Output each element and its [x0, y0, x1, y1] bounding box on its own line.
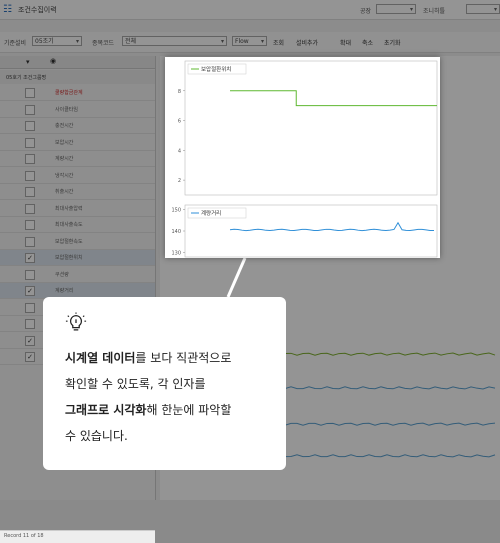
- highlighted-chart-card: 2 4 6 8 보압절환위치 130 140 150 계량거리: [165, 57, 440, 258]
- tooltip-bold-1: 시계열 데이터: [65, 351, 136, 365]
- grid-pager[interactable]: Record 11 of 18: [0, 530, 155, 543]
- tooltip-rest-1: 를 보다 직관적으로: [135, 351, 232, 365]
- tooltip-text: 시계열 데이터를 보다 직관적으로 확인할 수 있도록, 각 인자를 그래프로 …: [65, 345, 275, 449]
- y-tick-label: 6: [178, 119, 181, 125]
- tooltip-rest-3: 해 한눈에 파악할: [146, 403, 232, 417]
- plot-frame: [184, 60, 438, 196]
- tooltip-line-4: 수 있습니다.: [65, 429, 128, 443]
- y-tick-label: 2: [178, 178, 181, 184]
- y-tick-label: 140: [171, 229, 181, 235]
- y-tick-label: 8: [178, 89, 181, 95]
- lightbulb-icon: [65, 312, 87, 331]
- tooltip-line-2: 확인할 수 있도록, 각 인자를: [65, 377, 206, 391]
- y-tick-label: 4: [178, 148, 181, 154]
- chart-card-svg: 2 4 6 8 보압절환위치 130 140 150 계량거리: [171, 60, 438, 258]
- y-tick-label: 150: [171, 207, 181, 213]
- chart-legend: 보압절환위치: [187, 63, 247, 75]
- legend-label: 계량거리: [201, 209, 221, 217]
- tooltip-bold-3: 그래프로 시각화: [65, 403, 147, 417]
- y-tick-label: 130: [171, 251, 181, 257]
- legend-label: 보압절환위치: [201, 65, 231, 73]
- chart-legend: 계량거리: [187, 207, 247, 219]
- tooltip-box: 시계열 데이터를 보다 직관적으로 확인할 수 있도록, 각 인자를 그래프로 …: [43, 297, 286, 470]
